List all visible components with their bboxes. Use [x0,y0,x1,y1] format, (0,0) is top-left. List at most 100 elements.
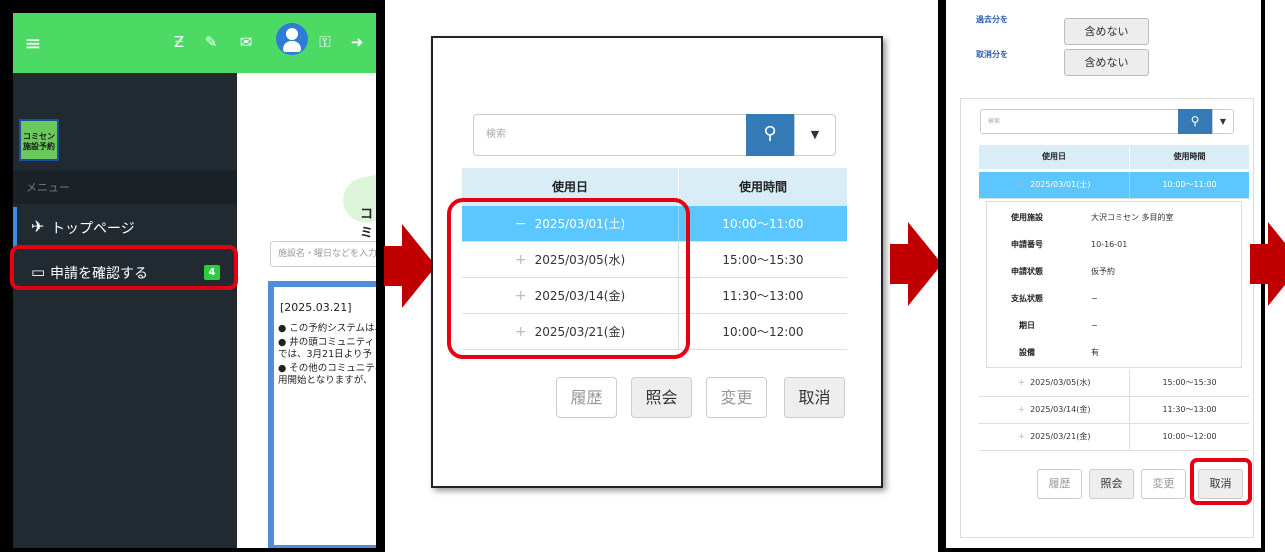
notice-line: ● この予約システムは、 [278,323,376,334]
detail-row: 設備 有 [987,339,1243,366]
mail-icon[interactable]: ✉ [235,30,257,54]
detail-value: − [1091,294,1098,303]
notice-box: [2025.03.21] ● この予約システムは、 ● 井の頭コミュニティ・ で… [268,281,376,548]
facility-search-input[interactable]: 施設名・曜日などを入力 [270,241,376,267]
expand-icon[interactable]: + [1018,432,1026,442]
detail-table: 使用施設 大沢コミセン 多目的室 申請番号 10-16-01 申請状態 仮予約 支払状… [986,201,1242,368]
avatar-head [286,28,298,40]
arrow-shaft [384,246,404,286]
detail-key: 申請番号 [1011,240,1043,249]
collapse-icon[interactable]: − [1018,180,1026,190]
detail-key: 使用施設 [1011,213,1043,222]
inquiry-button[interactable]: 照会 [631,377,692,418]
date-cell: +2025/03/14(金) [979,397,1129,423]
change-button[interactable]: 変更 [1141,469,1186,499]
history-button[interactable]: 履歴 [556,377,617,418]
arrow-right-icon [1250,222,1285,306]
time-cell: 10:00〜12:00 [678,314,847,349]
panel-3-app: 過去分を 含めない 取消分を 含めない 検索 ⚲ ▼ 使用日 使用時間 −202… [946,0,1261,548]
detail-key: 期日 [1019,321,1035,330]
table-row[interactable]: +2025/03/21(金) 10:00〜12:00 [979,424,1249,451]
arrow-right-icon [890,222,942,306]
dropdown-button[interactable]: ▼ [1212,109,1234,134]
avatar-body [283,41,301,52]
caret-down-icon: ▼ [810,128,820,141]
date-text: 2025/03/01(土) [1030,180,1091,189]
highlight-box [447,198,690,359]
detail-row: 申請状態 仮予約 [987,258,1243,285]
panel-2-screenshot: 検索 ⚲ ▼ 使用日 使用時間 −2025/03/01(土) 10:00〜11:… [431,36,883,488]
time-cell: 10:00〜11:00 [1129,172,1249,198]
text-format-icon[interactable]: Ƶ [168,30,190,54]
detail-value: 大沢コミセン 多目的室 [1091,213,1174,222]
sidebar: コミセン 施設予約 メニュー ✈ トップページ ▭ 申請を確認する 4 [13,73,237,548]
change-button[interactable]: 変更 [706,377,767,418]
time-cell: 11:30〜13:00 [678,278,847,313]
arrow-shaft [890,244,910,284]
notice-line: ● 井の頭コミュニティ・ [278,337,376,348]
panel-1-screenshot: ≡ Ƶ ✎ ✉ ⚿ ➜ コミセン 施設予約 メニュー ✈ トップページ ▭ 申請を… [0,0,385,552]
time-cell: 10:00〜11:00 [678,206,847,241]
date-text: 2025/03/21(金) [1030,432,1091,441]
time-cell: 15:00〜15:30 [678,242,847,277]
table-row[interactable]: +2025/03/05(水) 15:00〜15:30 [979,370,1249,397]
detail-value: − [1091,321,1098,330]
search-input[interactable]: 検索 [473,114,748,156]
cancelled-filter-toggle[interactable]: 含めない [1064,49,1149,76]
date-text: 2025/03/05(水) [1030,378,1091,387]
column-header-time: 使用時間 [1129,145,1249,169]
detail-row: 申請番号 10-16-01 [987,231,1243,258]
detail-row: 支払状態 − [987,285,1243,312]
dropdown-button[interactable]: ▼ [794,114,836,156]
time-cell: 15:00〜15:30 [1129,370,1249,396]
sidebar-item-label: トップページ [51,221,135,237]
detail-key: 支払状態 [1011,294,1043,303]
arrow-right-icon [384,224,436,308]
detail-value: 仮予約 [1091,267,1115,276]
expand-icon[interactable]: + [1018,405,1026,415]
caret-down-icon: ▼ [1219,117,1227,126]
search-button[interactable]: ⚲ [746,114,794,156]
detail-value: 10-16-01 [1091,240,1128,249]
top-bar: ≡ Ƶ ✎ ✉ ⚿ ➜ [13,13,376,73]
highlight-box [10,245,238,290]
date-cell: +2025/03/05(水) [979,370,1129,396]
search-input[interactable]: 検索 [980,109,1180,134]
panel-3-screenshot: 過去分を 含めない 取消分を 含めない 検索 ⚲ ▼ 使用日 使用時間 −202… [938,0,1265,552]
date-cell: −2025/03/01(土) [979,172,1129,198]
filter-label: 取消分を [976,50,1008,59]
time-cell: 10:00〜12:00 [1129,424,1249,450]
filter-label: 過去分を [976,15,1008,24]
main-title: コミ [360,207,374,241]
logout-icon[interactable]: ➜ [346,30,368,54]
cancel-button[interactable]: 取消 [784,377,845,418]
inquiry-button[interactable]: 照会 [1089,469,1134,499]
detail-key: 設備 [1019,348,1035,357]
hamburger-menu-icon[interactable]: ≡ [19,29,47,57]
table-row[interactable]: −2025/03/01(土) 10:00〜11:00 [979,172,1249,199]
detail-key: 申請状態 [1011,267,1043,276]
expand-icon[interactable]: + [1018,378,1026,388]
key-icon[interactable]: ⚿ [314,30,336,54]
user-avatar-icon[interactable] [276,23,308,55]
past-filter-toggle[interactable]: 含めない [1064,18,1149,45]
brush-icon[interactable]: ✎ [200,30,222,54]
search-button[interactable]: ⚲ [1178,109,1212,134]
detail-row: 使用施設 大沢コミセン 多目的室 [987,204,1243,231]
sidebar-item-top-page[interactable]: ✈ トップページ [13,207,237,247]
app-logo: コミセン 施設予約 [19,119,59,161]
table-row[interactable]: +2025/03/14(金) 11:30〜13:00 [979,397,1249,424]
notice-line: 用開始となりますが、 [278,375,373,386]
date-cell: +2025/03/21(金) [979,424,1129,450]
menu-label: メニュー [26,181,70,194]
notice-date: [2025.03.21] [280,301,352,314]
time-cell: 11:30〜13:00 [1129,397,1249,423]
menu-header: メニュー [13,170,237,204]
search-icon: ⚲ [763,123,777,144]
detail-row: 期日 − [987,312,1243,339]
history-button[interactable]: 履歴 [1037,469,1082,499]
plane-icon: ✈ [31,217,45,236]
search-icon: ⚲ [1190,114,1200,128]
notice-line: ● その他のコミュニティ [278,363,376,374]
highlight-box [1190,458,1252,505]
